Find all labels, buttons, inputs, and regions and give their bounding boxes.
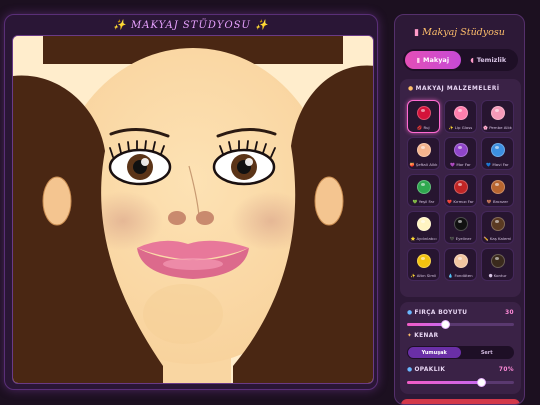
material-label: 💙 Mavi Far [486,162,509,167]
material-label: 💋 Ruj [417,125,430,130]
opacity-row: ● OPAKLIK 70% [407,367,514,373]
material-label: 🤎 Bronzer [486,199,509,204]
lipstick-icon: ▮ [416,56,421,64]
brush-size-fill [407,323,446,326]
material-label: 🌸 Pembe Allık [483,125,512,130]
material-label: ✏️ Kaş Kalemi [483,236,512,241]
color-dot [491,217,505,231]
lipstick-icon: ▮ [414,28,420,38]
stage-title: ✨ MAKYAJ STÜDYOSU ✨ [113,20,269,31]
material-label: 💚 Yeşil Far [412,199,435,204]
material-swatch[interactable]: 🤎 Bronzer [481,174,514,207]
edge-row: ✦ KENAR [407,333,514,339]
material-label: 🍑 Şeftali Allık [409,162,438,167]
brush-size-icon: ● [407,310,413,316]
brush-size-row: ● FIRÇA BOYUTU 30 [407,310,514,316]
makeup-stage: ✨ MAKYAJ STÜDYOSU ✨ [4,14,378,390]
color-dot [491,143,505,157]
opacity-label: OPAKLIK [414,367,446,373]
apply-button[interactable] [401,399,520,404]
soap-icon: ◖ [470,56,474,64]
droplet-icon: ● [407,367,413,373]
color-dot [417,143,431,157]
brush-size-slider[interactable] [407,320,514,329]
edge-toggle: Yumuşak Sert [407,346,514,359]
color-dot [491,180,505,194]
material-swatch[interactable]: 🌑 Kontur [481,248,514,281]
mode-tabs: ▮ Makyaj ◖ Temizlik [403,49,518,71]
face-illustration[interactable] [13,36,374,384]
material-swatch[interactable]: 🍑 Şeftali Allık [407,137,440,170]
material-label: ⭐ Aydınlatıcı [410,236,437,241]
material-swatch[interactable]: 💜 Mor Far [444,137,477,170]
color-dot [417,217,431,231]
panel-title-text: Makyaj Stüdyosu [422,27,505,38]
material-label: 💜 Mor Far [450,162,471,167]
material-label: 🌑 Kontur [488,273,507,278]
tab-temizlik-label: Temizlik [476,56,507,64]
color-dot [417,180,431,194]
material-swatch[interactable]: 💋 Ruj [407,100,440,133]
opacity-fill [407,381,482,384]
left-nostril [168,211,186,225]
tool-panel: ▮ Makyaj Stüdyosu ▮ Makyaj ◖ Temizlik ● MA… [394,14,525,405]
material-swatch[interactable]: 💧 Fondöten [444,248,477,281]
color-dot [454,143,468,157]
brush-size-value: 30 [505,310,514,316]
brush-size-label: FIRÇA BOYUTU [414,310,468,316]
color-dot [454,106,468,120]
material-swatch[interactable]: 💚 Yeşil Far [407,174,440,207]
color-dot [491,106,505,120]
edge-soft-option[interactable]: Yumuşak [408,347,461,358]
material-swatch[interactable]: ⭐ Aydınlatıcı [407,211,440,244]
material-label: ❤️ Kırmızı Far [447,199,474,204]
brush-controls: ● FIRÇA BOYUTU 30 ✦ KENAR Yumuşak Sert ● OP… [400,302,521,394]
material-label: 💧 Fondöten [448,273,473,278]
opacity-slider[interactable] [407,378,514,387]
chin-highlight [143,284,223,344]
material-label: ✨ Lip Gloss [448,125,473,130]
material-swatch[interactable]: ✏️ Kaş Kalemi [481,211,514,244]
tab-makyaj[interactable]: ▮ Makyaj [405,51,461,69]
palette-icon: ● [408,86,414,92]
panel-title: ▮ Makyaj Stüdyosu [395,27,524,38]
edge-hard-option[interactable]: Sert [461,347,514,358]
sparkle-icon: ✦ [407,333,413,339]
materials-section: ● MAKYAJ MALZEMELERİ 💋 Ruj ✨ Lip Gloss 🌸 Pe… [400,79,521,297]
color-dot [454,254,468,268]
edge-label: KENAR [414,333,439,339]
right-nostril [196,211,214,225]
material-swatch[interactable]: 🌸 Pembe Allık [481,100,514,133]
material-label: 🖤 Eyeliner [449,236,472,241]
tab-temizlik[interactable]: ◖ Temizlik [461,51,517,69]
materials-grid: 💋 Ruj ✨ Lip Gloss 🌸 Pembe Allık 🍑 Şeftali A… [407,100,516,281]
tab-makyaj-label: Makyaj [423,56,450,64]
right-ear [314,176,344,226]
materials-heading: ● MAKYAJ MALZEMELERİ [408,86,500,92]
material-swatch[interactable]: 🖤 Eyeliner [444,211,477,244]
color-dot [454,180,468,194]
materials-heading-text: MAKYAJ MALZEMELERİ [415,86,500,92]
material-swatch[interactable]: ❤️ Kırmızı Far [444,174,477,207]
brush-size-knob[interactable] [441,320,451,329]
material-swatch[interactable]: ✨ Altın Simli [407,248,440,281]
color-dot [491,254,505,268]
material-swatch[interactable]: 💙 Mavi Far [481,137,514,170]
color-dot [417,106,431,120]
face-canvas[interactable] [12,35,374,384]
left-ear [42,176,72,226]
color-dot [454,217,468,231]
color-dot [417,254,431,268]
opacity-value: 70% [498,367,514,373]
material-label: ✨ Altın Simli [410,273,437,278]
opacity-knob[interactable] [477,378,487,387]
material-swatch[interactable]: ✨ Lip Gloss [444,100,477,133]
